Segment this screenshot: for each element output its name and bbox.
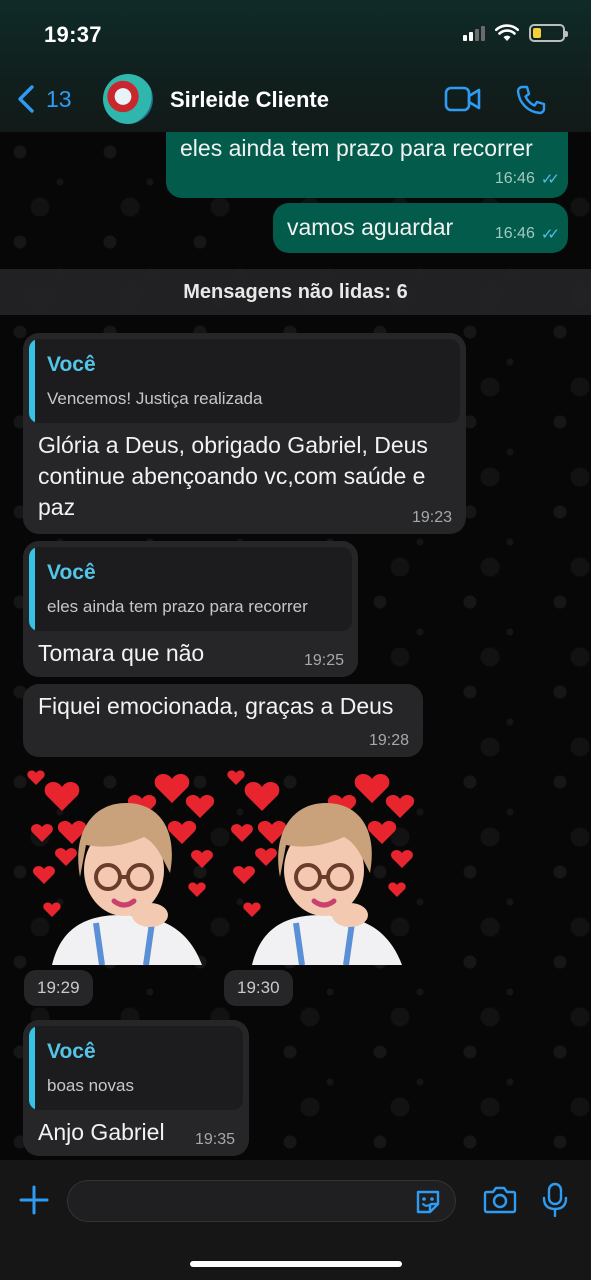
- message-time: 16:46: [494, 225, 535, 242]
- video-call-icon[interactable]: [444, 86, 482, 112]
- incoming-message[interactable]: Você boas novas Anjo Gabriel 19:35: [23, 1020, 249, 1156]
- chat-area[interactable]: eles ainda tem prazo para recorrer 16:46…: [0, 132, 591, 1160]
- quote-author: Você: [47, 561, 96, 584]
- back-button[interactable]: 13: [16, 84, 72, 114]
- battery-icon: [529, 24, 568, 42]
- sticker-image[interactable]: [22, 765, 222, 965]
- message-time: 19:25: [303, 652, 344, 669]
- message-input[interactable]: [67, 1180, 456, 1222]
- status-time: 19:37: [44, 22, 102, 47]
- message-line: Glória a Deus, obrigado Gabriel, Deus: [38, 432, 428, 458]
- quoted-reply[interactable]: Você boas novas: [29, 1026, 243, 1110]
- message-meta: 16:46 ✓✓: [494, 170, 560, 188]
- incoming-message[interactable]: Você Vencemos! Justiça realizada Glória …: [23, 333, 466, 534]
- phone-icon[interactable]: [515, 84, 547, 116]
- quote-text: eles ainda tem prazo para recorrer: [47, 597, 308, 616]
- message-time: 19:23: [411, 509, 452, 526]
- plus-icon[interactable]: [18, 1184, 50, 1216]
- message-text: vamos aguardar: [287, 214, 454, 240]
- read-receipt-icon: ✓✓: [540, 226, 560, 243]
- sticker-icon[interactable]: [413, 1187, 443, 1217]
- home-indicator[interactable]: [190, 1261, 402, 1267]
- contact-name[interactable]: Sirleide Cliente: [170, 87, 329, 113]
- message-time: 19:28: [368, 732, 409, 749]
- outgoing-message[interactable]: vamos aguardar 16:46 ✓✓: [273, 203, 568, 253]
- incoming-message[interactable]: Você eles ainda tem prazo para recorrer …: [23, 541, 358, 677]
- quote-author: Você: [47, 1040, 96, 1063]
- quote-text: boas novas: [47, 1076, 134, 1095]
- quote-text: Vencemos! Justiça realizada: [47, 389, 263, 408]
- outgoing-message[interactable]: eles ainda tem prazo para recorrer 16:46…: [166, 132, 568, 198]
- sticker-time: 19:30: [224, 970, 293, 1006]
- avatar[interactable]: [103, 74, 153, 124]
- unread-chats-count: 13: [46, 85, 72, 112]
- read-receipt-icon: ✓✓: [540, 171, 560, 188]
- quoted-reply[interactable]: Você eles ainda tem prazo para recorrer: [29, 547, 352, 631]
- message-text: eles ainda tem prazo para recorrer: [180, 135, 533, 161]
- message-line: paz: [38, 494, 76, 520]
- back-chevron-icon: [18, 85, 34, 113]
- sticker-time: 19:29: [24, 970, 93, 1006]
- unread-divider: Mensagens não lidas: 6: [0, 269, 591, 315]
- message-text: Fiquei emocionada, graças a Deus: [38, 693, 394, 719]
- message-line: continue abençoando vc,com saúde e: [38, 463, 426, 489]
- sticker-image[interactable]: [222, 765, 422, 965]
- message-time: 19:35: [194, 1131, 235, 1148]
- message-time: 16:46: [494, 170, 535, 187]
- microphone-icon[interactable]: [541, 1182, 569, 1218]
- status-icons: [463, 24, 568, 42]
- message-text: Anjo Gabriel: [38, 1119, 165, 1145]
- incoming-message[interactable]: Fiquei emocionada, graças a Deus 19:28: [23, 684, 423, 757]
- message-text: Tomara que não: [38, 640, 205, 666]
- camera-icon[interactable]: [482, 1185, 518, 1215]
- message-meta: 16:46 ✓✓: [494, 225, 560, 243]
- wifi-icon: [495, 24, 519, 41]
- chat-header: 19:37 13 Sirleide Cliente: [0, 0, 591, 132]
- signal-icon: [463, 25, 485, 41]
- quote-author: Você: [47, 353, 96, 376]
- message-text: Glória a Deus, obrigado Gabriel, Deus co…: [38, 430, 428, 523]
- quoted-reply[interactable]: Você Vencemos! Justiça realizada: [29, 339, 460, 423]
